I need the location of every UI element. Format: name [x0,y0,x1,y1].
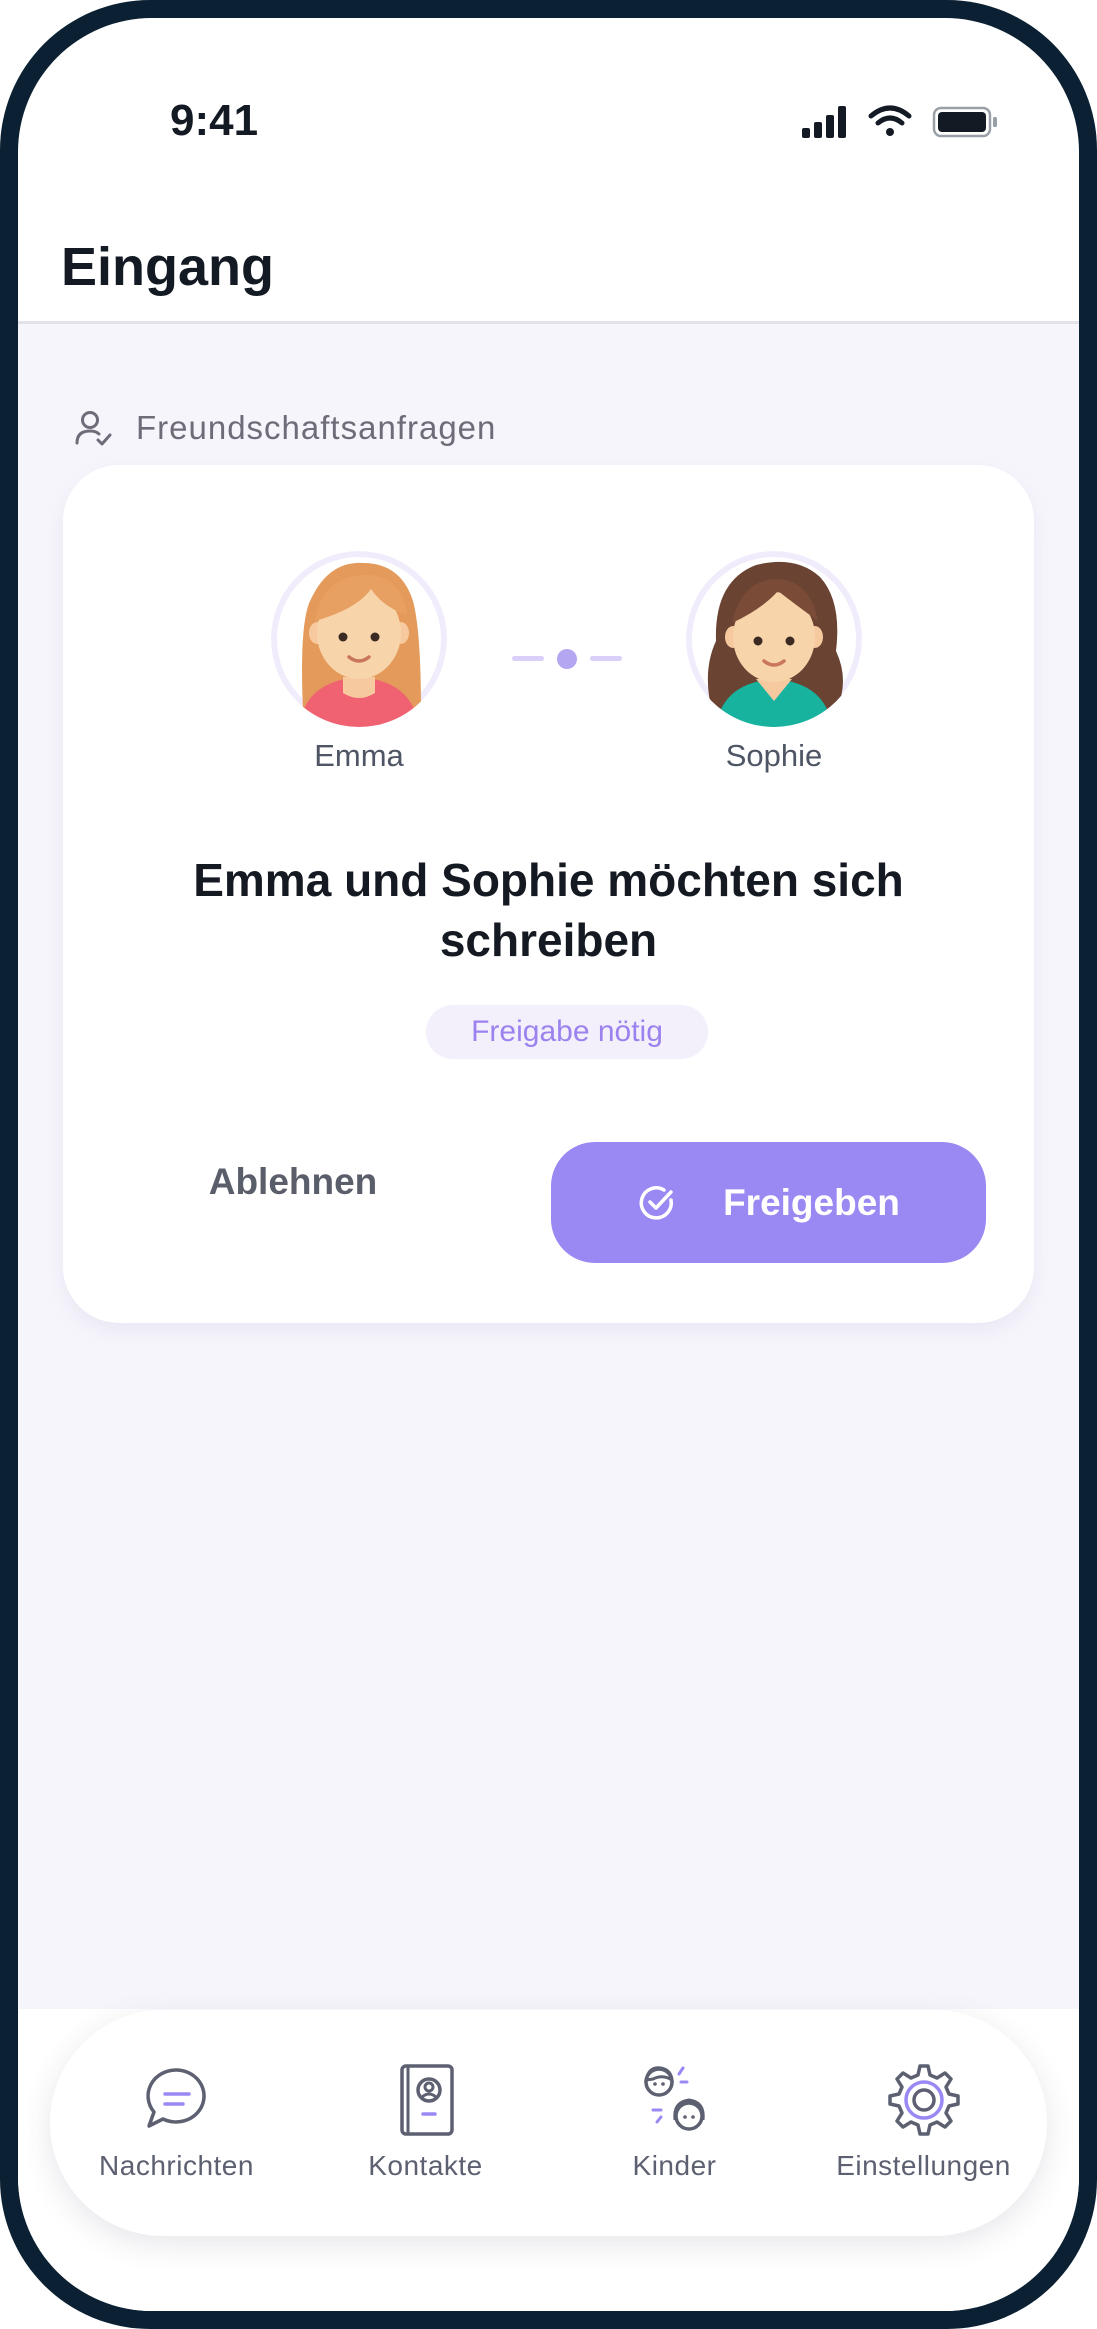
request-title: Emma und Sophie möchten sich schreiben [193,854,904,966]
battery-icon [932,106,997,138]
child-name-sophie: Sophie [725,738,823,773]
user-check-icon [75,411,112,446]
children-icon [643,2066,705,2131]
gear-icon [887,2064,960,2136]
tab-label: Nachrichten [99,2150,254,2181]
section-label: Freundschaftsanfragen [136,409,497,446]
status-badge: Freigabe nötig [426,1005,708,1059]
child-name-emma: Emma [314,738,404,773]
tab-label: Einstellungen [836,2150,1011,2181]
avatar-emma [271,551,447,727]
tab-label: Kinder [632,2150,717,2181]
chat-bubble-icon [145,2068,206,2128]
signal-icon [802,106,846,138]
screen: 9:41 Eingang Freundschaftsanfragen Emma … [18,18,1079,2311]
page-title: Eingang [61,237,274,297]
approve-button-label: Freigeben [723,1181,900,1223]
contact-book-icon [399,2064,454,2136]
approve-button[interactable]: Freigeben [551,1142,986,1263]
decline-button[interactable]: Ablehnen [183,1140,403,1224]
friend-request-card: Emma Sophie Emma und Sophie möchten sich… [63,465,1034,1323]
check-circle-icon [637,1183,677,1223]
tab-bar: Nachrichten Kontakte Kinder Einstellunge… [50,2010,1047,2236]
connection-indicator [512,649,622,669]
tab-nachrichten[interactable]: Nachrichten [52,2010,301,2236]
status-time: 9:41 [170,96,259,145]
tab-kinder[interactable]: Kinder [550,2010,799,2236]
device-frame: 9:41 Eingang Freundschaftsanfragen Emma … [0,0,1097,2329]
tab-kontakte[interactable]: Kontakte [301,2010,550,2236]
tab-einstellungen[interactable]: Einstellungen [799,2010,1048,2236]
avatar-sophie [686,551,862,727]
section-header: Freundschaftsanfragen [74,406,496,450]
wifi-icon [868,105,912,136]
status-icons [802,105,997,138]
tab-label: Kontakte [368,2150,483,2181]
